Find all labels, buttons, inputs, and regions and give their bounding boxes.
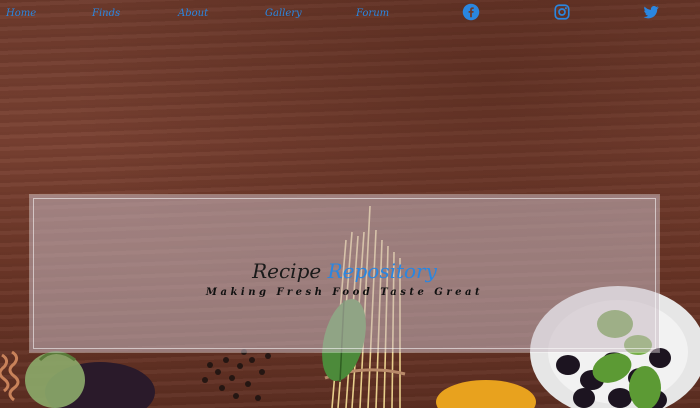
nav-link-forum[interactable]: Forum xyxy=(356,8,389,19)
nav-link-about[interactable]: About xyxy=(178,8,208,19)
nav-link-home[interactable]: Home xyxy=(6,8,36,19)
instagram-icon[interactable] xyxy=(553,3,571,21)
nav-link-gallery[interactable]: Gallery xyxy=(265,8,302,19)
site-title-part1: Recipe xyxy=(252,259,322,283)
top-nav: Home Finds About Gallery Forum xyxy=(0,0,700,26)
site-title-part2: Repository xyxy=(327,259,437,283)
nav-link-finds[interactable]: Finds xyxy=(92,8,120,19)
hero-frame: Recipe Repository Making Fresh Food Tast… xyxy=(33,198,656,349)
site-title: Recipe Repository xyxy=(34,259,655,283)
twitter-icon[interactable] xyxy=(642,3,660,21)
site-tagline: Making Fresh Food Taste Great xyxy=(205,287,484,298)
facebook-icon[interactable] xyxy=(462,3,480,21)
hero-banner: Recipe Repository Making Fresh Food Tast… xyxy=(30,195,659,352)
